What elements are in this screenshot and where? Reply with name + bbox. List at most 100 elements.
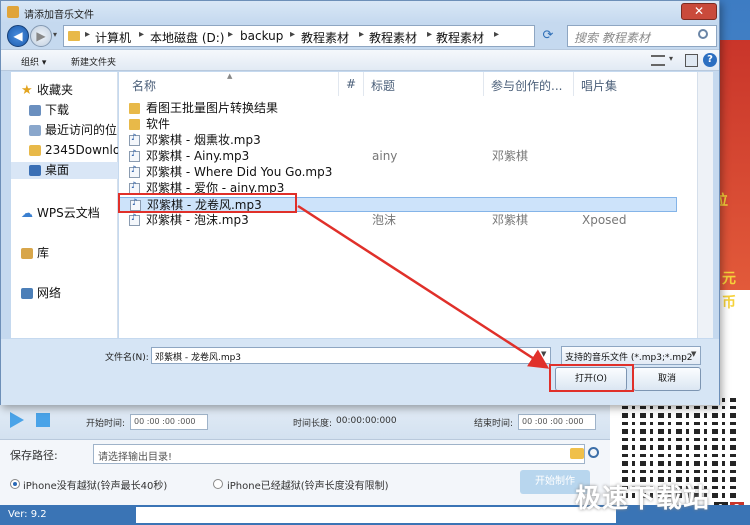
filename-chevron-down-icon[interactable]: ▼ <box>541 350 546 358</box>
search-icon[interactable] <box>698 29 708 39</box>
sidebar-item-desktop[interactable]: 桌面 <box>11 162 118 179</box>
file-name: 邓紫棋 - 烟熏妆.mp3 <box>146 133 261 147</box>
library-icon <box>21 248 33 259</box>
file-row[interactable]: 看图王批量图片转换结果 <box>119 101 677 116</box>
folder-icon <box>129 103 140 114</box>
app-icon <box>7 6 19 18</box>
dialog-title: 请添加音乐文件 <box>24 10 94 21</box>
jailbreak-options: iPhone没有越狱(铃声最长40秒) iPhone已经越狱(铃声长度没有限制) <box>0 474 610 494</box>
filename-input[interactable]: 邓紫棋 - 龙卷风.mp3 <box>151 347 551 364</box>
preview-pane-icon[interactable] <box>685 54 698 67</box>
desktop-icon <box>29 165 41 176</box>
organize-menu[interactable]: 组织 ▾ <box>21 55 46 68</box>
file-type-chevron-down-icon[interactable]: ▼ <box>691 350 696 358</box>
refresh-icon[interactable]: ⟳ <box>539 27 557 45</box>
ad-char-2: 元 <box>722 271 736 287</box>
file-name: 邓紫棋 - Ainy.mp3 <box>146 149 250 163</box>
sidebar-item-recent[interactable]: 最近访问的位 <box>11 122 118 139</box>
star-icon: ★ <box>21 83 33 98</box>
dialog-toolbar: 组织 ▾ 新建文件夹 ▾ ? <box>1 49 719 71</box>
network-icon <box>21 288 33 299</box>
folder-icon <box>129 119 140 130</box>
audio-file-icon <box>129 133 140 146</box>
cloud-icon: ☁ <box>21 206 33 220</box>
duration-value: 00:00:00:000 <box>336 416 397 426</box>
file-name: 看图王批量图片转换结果 <box>146 101 279 115</box>
audio-file-icon <box>129 213 140 226</box>
audio-file-icon <box>129 149 140 162</box>
file-name: 邓紫棋 - Where Did You Go.mp3 <box>146 165 333 179</box>
new-folder-button[interactable]: 新建文件夹 <box>71 55 116 68</box>
column-header-name[interactable]: 名称 <box>125 72 339 96</box>
start-time-field[interactable]: 00 :00 :00 :000 <box>130 414 208 430</box>
sidebar-item-network[interactable]: 网络 <box>11 285 118 302</box>
file-title: 泡沫 <box>372 213 397 227</box>
column-header-artist[interactable]: 参与创作的... <box>484 72 574 96</box>
forward-arrow-icon[interactable]: ▶ <box>30 25 52 47</box>
breadcrumb-computer[interactable]: 计算机 <box>95 29 131 46</box>
file-row[interactable]: 邓紫棋 - 泡沫.mp3 泡沫 邓紫棋 Xposed <box>119 213 677 228</box>
help-icon[interactable]: ? <box>703 53 717 67</box>
file-list-scrollbar[interactable] <box>697 72 713 338</box>
radio-not-jailbroken-label[interactable]: iPhone没有越狱(铃声最长40秒) <box>23 477 167 492</box>
file-type-select[interactable]: 支持的音乐文件 (*.mp3;*.mp2 <box>561 346 701 365</box>
file-name: 软件 <box>146 117 171 131</box>
filename-label: 文件名(N): <box>105 353 149 363</box>
sidebar-item-downloads[interactable]: 下载 <box>11 102 118 119</box>
folder-icon <box>29 145 41 156</box>
recent-locations-chevron-icon[interactable]: ▾ <box>53 30 57 39</box>
sidebar-item-library[interactable]: 库 <box>11 245 118 262</box>
sidebar-item-2345downloads[interactable]: 2345Downlo <box>11 142 118 159</box>
file-row[interactable]: 软件 <box>119 117 677 132</box>
sidebar-item-favorites[interactable]: ★ 收藏夹 <box>11 82 118 99</box>
close-button[interactable]: ✕ <box>681 3 717 20</box>
save-path-row: 保存路径: 请选择输出目录! <box>0 444 610 464</box>
cancel-button[interactable]: 取消 <box>633 367 701 391</box>
duration-label: 时间长度: <box>293 419 333 429</box>
recent-places-icon <box>29 125 41 136</box>
annotation-file-highlight <box>118 193 297 213</box>
breadcrumb-folder-1[interactable]: 教程素材 <box>301 29 349 46</box>
downloads-icon <box>29 105 41 116</box>
file-artist: 邓紫棋 <box>492 149 529 163</box>
column-header-album[interactable]: 唱片集 <box>574 72 674 96</box>
radio-jailbroken[interactable] <box>213 479 223 489</box>
file-row[interactable]: 邓紫棋 - Ainy.mp3 ainy 邓紫棋 <box>119 149 677 164</box>
end-time-field[interactable]: 00 :00 :00 :000 <box>518 414 596 430</box>
breadcrumb-folder-2[interactable]: 教程素材 <box>369 29 417 46</box>
sidebar-item-wps-cloud[interactable]: ☁ WPS云文档 <box>11 205 118 222</box>
save-path-input[interactable]: 请选择输出目录! <box>93 444 585 464</box>
search-input[interactable]: 搜索 教程素材 <box>567 25 717 47</box>
save-path-label: 保存路径: <box>10 449 58 462</box>
radio-jailbroken-label[interactable]: iPhone已经越狱(铃声长度没有限制) <box>227 477 389 492</box>
audio-file-icon <box>129 165 140 178</box>
watermark: 极速下载站 <box>575 484 711 514</box>
navigation-pane: ★ 收藏夹 下载 最近访问的位 2345Downlo 桌面 ☁ WPS云文档 库 <box>11 72 118 338</box>
search-icon[interactable] <box>588 447 599 458</box>
file-name: 邓紫棋 - 泡沫.mp3 <box>146 213 249 227</box>
play-icon[interactable] <box>10 412 24 428</box>
radio-not-jailbroken[interactable] <box>10 479 20 489</box>
breadcrumb-folder-3[interactable]: 教程素材 <box>436 29 484 46</box>
end-time-label: 结束时间: <box>474 419 514 429</box>
back-arrow-icon[interactable]: ◀ <box>7 25 29 47</box>
address-bar[interactable]: ▸ 计算机 ▸ 本地磁盘 (D:) ▸ backup ▸ 教程素材 ▸ 教程素材… <box>63 25 587 47</box>
version-label: Ver: 9.2 <box>8 509 47 520</box>
browse-folder-icon[interactable] <box>570 448 584 459</box>
ad-char-3: 币 <box>722 295 736 311</box>
file-album: Xposed <box>582 213 627 227</box>
file-row[interactable]: 邓紫棋 - Where Did You Go.mp3 <box>119 165 677 180</box>
view-chevron-down-icon[interactable]: ▾ <box>669 54 673 63</box>
breadcrumb-drive-d[interactable]: 本地磁盘 (D:) <box>150 29 224 46</box>
view-options-icon[interactable] <box>651 55 665 66</box>
stop-icon[interactable] <box>36 413 50 427</box>
column-header-track[interactable]: # <box>339 72 364 96</box>
dialog-titlebar[interactable]: 请添加音乐文件 ✕ <box>1 1 719 23</box>
column-header-title[interactable]: 标题 <box>364 72 484 96</box>
file-row[interactable]: 邓紫棋 - 烟熏妆.mp3 <box>119 133 677 148</box>
breadcrumb-backup[interactable]: backup <box>240 29 283 43</box>
open-file-dialog: 请添加音乐文件 ✕ ◀ ▶ ▾ ▸ 计算机 ▸ 本地磁盘 (D:) ▸ back… <box>0 0 720 405</box>
file-title: ainy <box>372 149 398 163</box>
navigation-row: ◀ ▶ ▾ ▸ 计算机 ▸ 本地磁盘 (D:) ▸ backup ▸ 教程素材 … <box>5 25 717 47</box>
annotation-open-highlight <box>549 364 634 392</box>
